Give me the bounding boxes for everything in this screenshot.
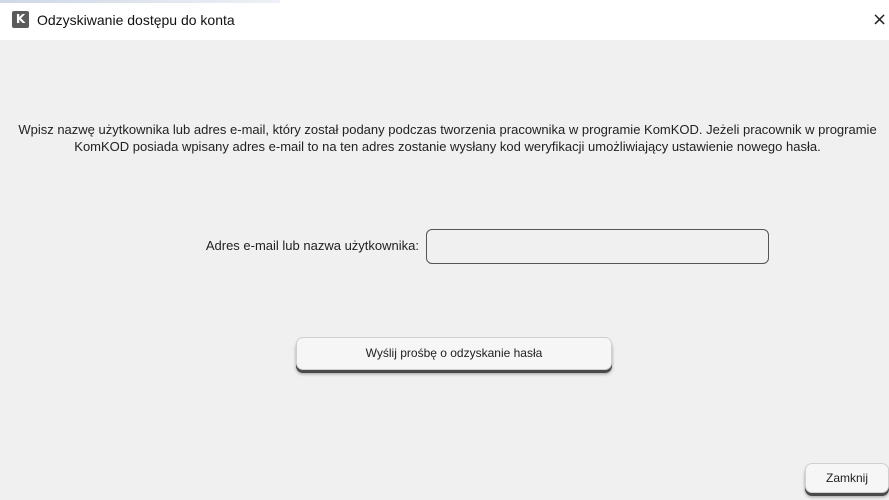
window-title: Odzyskiwanie dostępu do konta — [37, 12, 235, 28]
email-or-username-label: Adres e-mail lub nazwa użytkownika: — [205, 238, 419, 253]
title-bar: K Odzyskiwanie dostępu do konta × — [0, 0, 889, 40]
email-or-username-input[interactable] — [426, 229, 769, 264]
close-icon[interactable]: × — [872, 8, 889, 32]
close-button[interactable]: Zamknij — [805, 463, 889, 493]
send-recovery-request-button[interactable]: Wyślij prośbę o odzyskanie hasła — [296, 337, 612, 370]
title-bar-accent — [0, 0, 280, 3]
app-logo-icon: K — [12, 11, 29, 28]
dialog-content: Wpisz nazwę użytkownika lub adres e-mail… — [6, 40, 889, 500]
instructions-text: Wpisz nazwę użytkownika lub adres e-mail… — [18, 122, 877, 154]
